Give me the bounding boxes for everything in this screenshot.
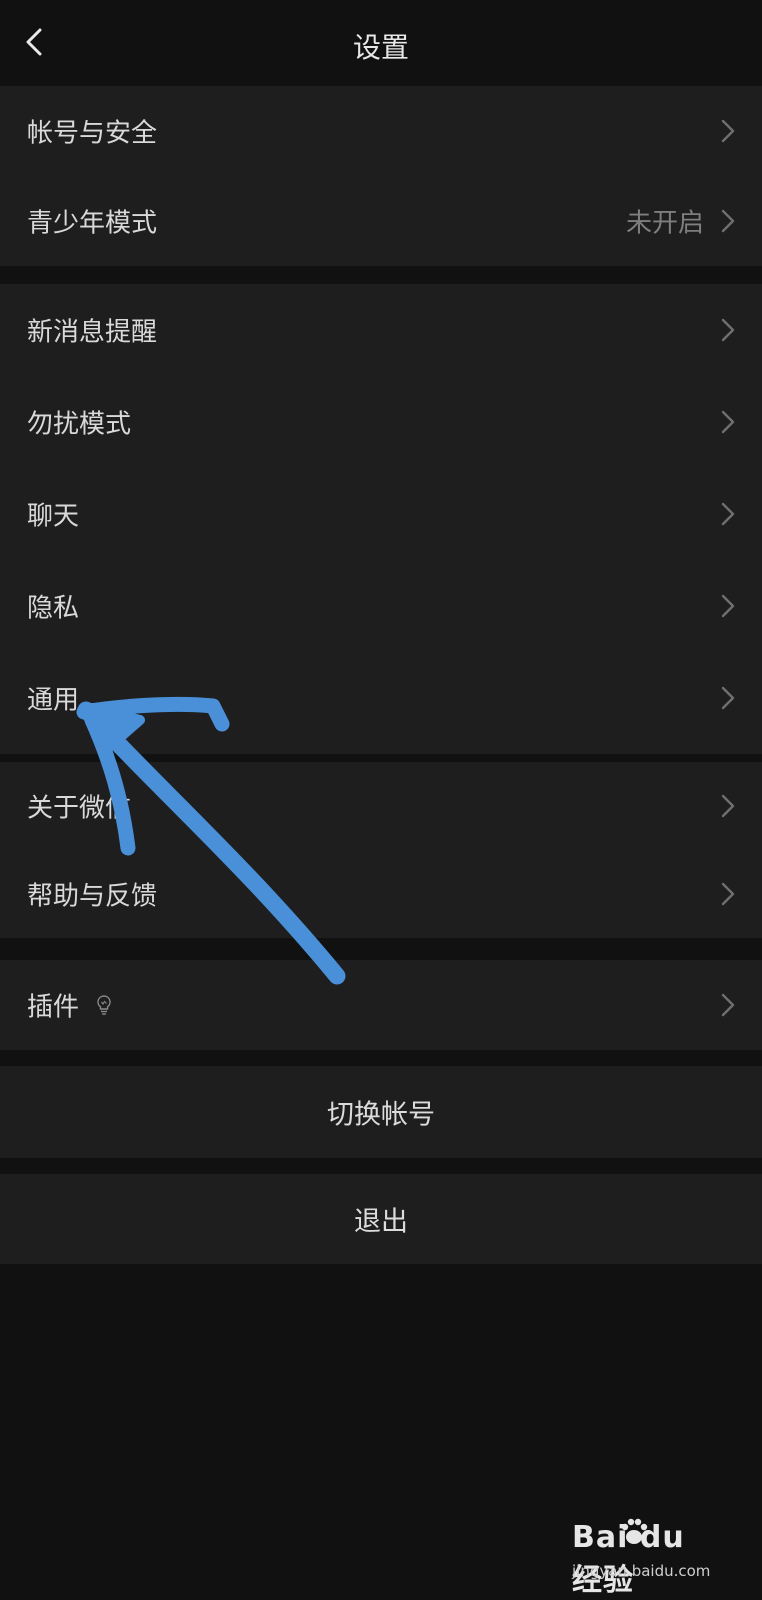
settings-group-plugins: 插件 <box>0 960 762 1050</box>
settings-item-teen-mode[interactable]: 青少年模式 未开启 <box>0 176 762 266</box>
settings-group-account: 帐号与安全 青少年模式 未开启 <box>0 86 762 266</box>
chevron-right-icon <box>721 318 735 342</box>
chevron-right-icon <box>721 209 735 233</box>
chevron-right-icon <box>721 119 735 143</box>
page-title: 设置 <box>352 31 409 64</box>
settings-item-label: 青少年模式 <box>27 208 158 239</box>
settings-item-label: 新消息提醒 <box>27 317 158 348</box>
teen-mode-status: 未开启 <box>625 208 704 239</box>
settings-item-label: 聊天 <box>27 501 80 532</box>
settings-screen: 设置 帐号与安全 青少年模式 未开启 新消息提醒 勿扰模式 聊天 隐私 通用 关… <box>0 0 762 1600</box>
settings-item-notifications[interactable]: 新消息提醒 <box>0 284 762 376</box>
logout-label: 退出 <box>354 1206 408 1238</box>
settings-item-privacy[interactable]: 隐私 <box>0 560 762 652</box>
chevron-right-icon <box>721 794 735 818</box>
settings-item-help-feedback[interactable]: 帮助与反馈 <box>0 850 762 938</box>
watermark-url: jingyan.baidu.com <box>572 1562 711 1580</box>
settings-item-account-security[interactable]: 帐号与安全 <box>0 86 762 176</box>
paw-icon <box>621 1518 648 1544</box>
settings-group-about: 关于微信 帮助与反馈 <box>0 762 762 938</box>
settings-item-about[interactable]: 关于微信 <box>0 762 762 850</box>
settings-item-general[interactable]: 通用 <box>0 652 762 744</box>
settings-item-label: 勿扰模式 <box>27 409 132 440</box>
logout-button[interactable]: 退出 <box>0 1174 762 1264</box>
settings-item-label: 通用 <box>27 685 80 716</box>
switch-account-label: 切换帐号 <box>327 1099 435 1131</box>
chevron-right-icon <box>721 993 735 1017</box>
chevron-right-icon <box>721 882 735 906</box>
settings-item-label: 隐私 <box>27 593 80 624</box>
settings-group-general: 新消息提醒 勿扰模式 聊天 隐私 通用 <box>0 284 762 754</box>
lightbulb-icon <box>97 995 111 1015</box>
settings-item-label: 插件 <box>27 992 80 1023</box>
chevron-right-icon <box>721 594 735 618</box>
switch-account-button[interactable]: 切换帐号 <box>0 1066 762 1158</box>
chevron-right-icon <box>721 410 735 434</box>
navigation-bar: 设置 <box>0 0 762 86</box>
settings-item-do-not-disturb[interactable]: 勿扰模式 <box>0 376 762 468</box>
chevron-right-icon <box>721 502 735 526</box>
settings-item-plugins[interactable]: 插件 <box>0 960 762 1050</box>
baidu-jingyan-watermark: Bai du 经验 jingyan.baidu.com <box>572 1518 722 1598</box>
chevron-right-icon <box>721 686 735 710</box>
settings-item-label: 帐号与安全 <box>27 118 158 149</box>
settings-item-label: 关于微信 <box>27 793 132 824</box>
settings-item-label: 帮助与反馈 <box>27 881 158 912</box>
settings-item-chat[interactable]: 聊天 <box>0 468 762 560</box>
